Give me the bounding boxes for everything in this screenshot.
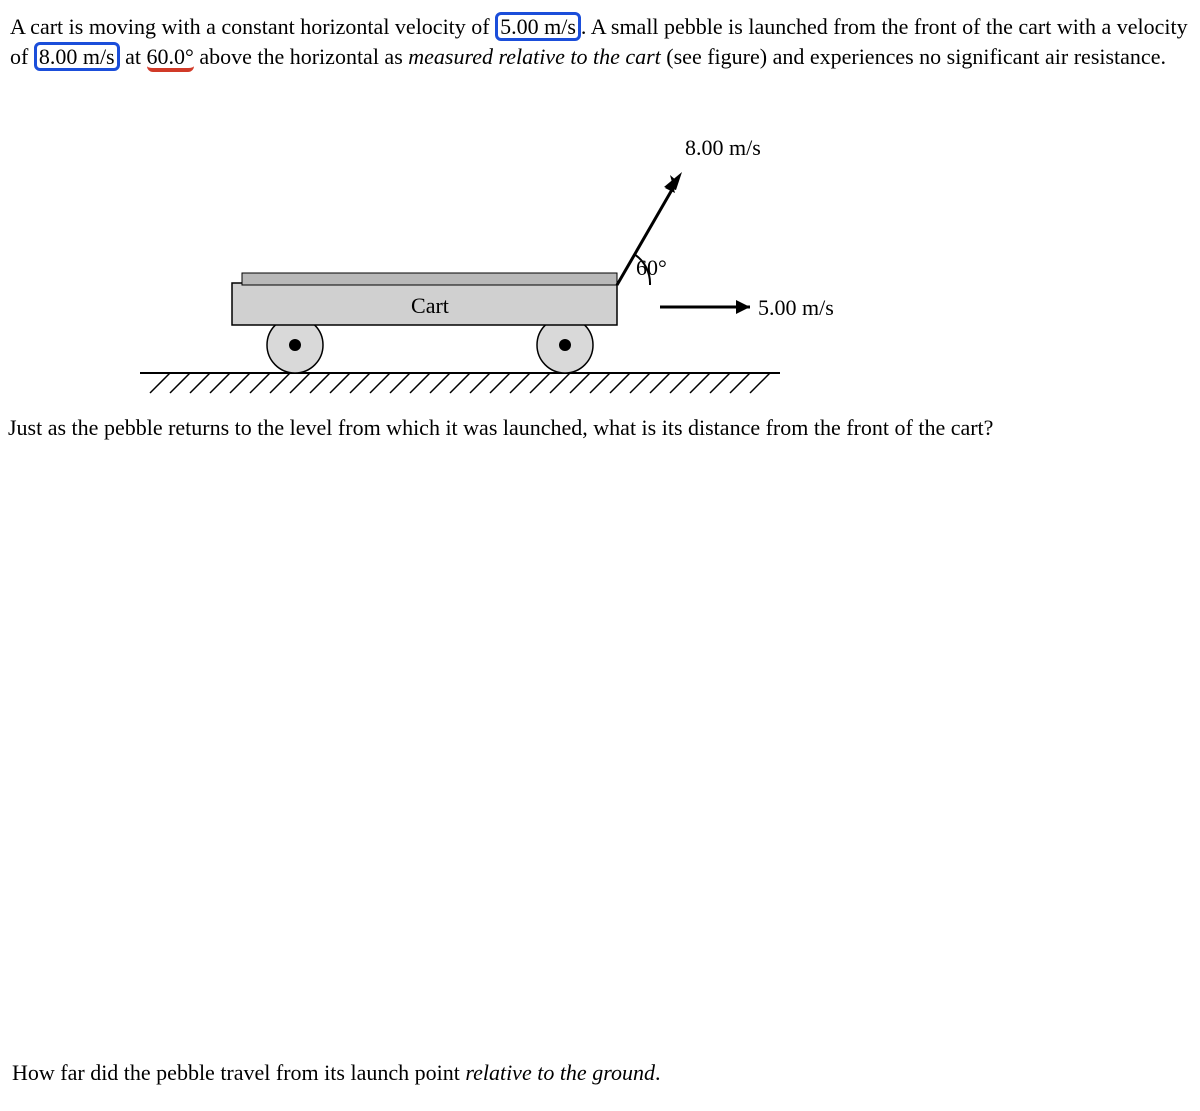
- text-fragment: How far did the pebble travel from its l…: [12, 1060, 465, 1085]
- question-2: How far did the pebble travel from its l…: [12, 1058, 1192, 1088]
- problem-paragraph-1: A cart is moving with a constant horizon…: [10, 12, 1190, 72]
- cart-diagram: Cart 60° 8.00 m/s 5.00 m/s: [140, 135, 1040, 405]
- pebble-velocity-highlight: 8.00 m/s: [34, 42, 120, 71]
- cart-label: Cart: [411, 293, 449, 318]
- question-1: Just as the pebble returns to the level …: [8, 413, 1188, 443]
- cart-velocity-highlight: 5.00 m/s: [495, 12, 581, 41]
- relative-phrase: measured relative to the cart: [408, 44, 661, 69]
- text-fragment: A cart is moving with a constant horizon…: [10, 14, 495, 39]
- angle-label: 60°: [636, 255, 667, 280]
- diagram-svg: Cart 60° 8.00 m/s 5.00 m/s: [140, 135, 1040, 405]
- text-fragment: above the horizontal as: [194, 44, 408, 69]
- cart-velocity-label: 5.00 m/s: [758, 295, 834, 320]
- text-fragment: .: [655, 1060, 661, 1085]
- text-fragment: Just as the pebble returns to the level …: [8, 415, 993, 440]
- text-fragment: (see figure) and experiences no signific…: [661, 44, 1166, 69]
- angle-underline: 60.0°: [147, 47, 194, 72]
- pebble-velocity-label: 8.00 m/s: [685, 135, 761, 160]
- text-fragment: at: [120, 44, 147, 69]
- relative-ground-phrase: relative to the ground: [465, 1060, 655, 1085]
